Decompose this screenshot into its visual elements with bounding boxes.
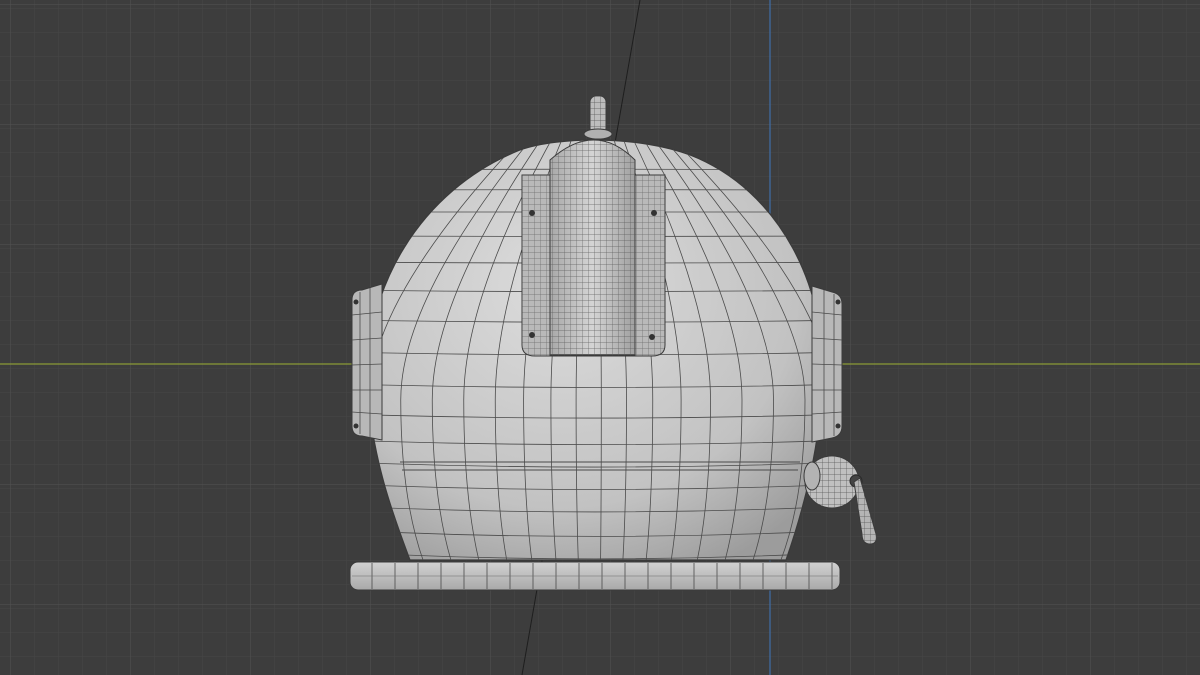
bolt-icon	[529, 210, 535, 216]
3d-viewport[interactable]	[0, 0, 1200, 675]
right-porthole[interactable]	[811, 285, 843, 443]
bolt-icon	[353, 423, 359, 429]
bolt-icon	[835, 423, 841, 429]
viewport-canvas[interactable]	[0, 0, 1200, 675]
bolt-icon	[651, 210, 657, 216]
bolt-icon	[353, 299, 359, 305]
base-ring[interactable]	[349, 561, 841, 591]
left-porthole[interactable]	[351, 283, 383, 441]
bolt-icon	[835, 299, 841, 305]
bolt-icon	[529, 332, 535, 338]
bolt-icon	[649, 334, 655, 340]
